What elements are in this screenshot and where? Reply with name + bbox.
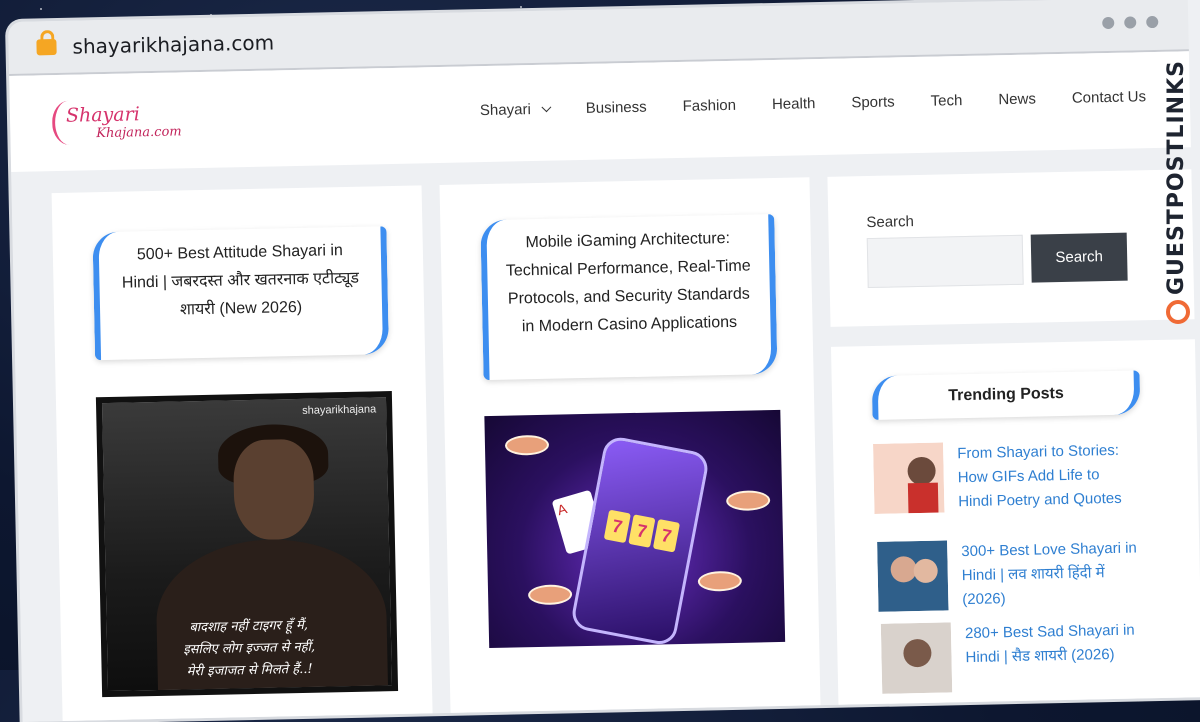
- casino-chip-icon: [725, 490, 771, 512]
- window-dot-icon[interactable]: [1124, 16, 1137, 29]
- nav-item-news[interactable]: News: [998, 90, 1036, 108]
- trending-link[interactable]: 280+ Best Sad Shayari in Hindi | सैड शाय…: [965, 618, 1146, 692]
- trending-link[interactable]: 300+ Best Love Shayari in Hindi | लव शाय…: [961, 536, 1142, 612]
- trending-title: Trending Posts: [871, 370, 1141, 420]
- post-card: 500+ Best Attitude Shayari in Hindi | जब…: [51, 185, 434, 722]
- post-thumbnail[interactable]: A 7 7 7: [484, 409, 786, 649]
- slot-reel: 7: [603, 509, 631, 544]
- image-watermark: shayarikhajana: [302, 403, 377, 417]
- guestpostlinks-watermark: GUESTPOSTLINKS: [1160, 60, 1200, 360]
- link-icon: [1166, 300, 1190, 324]
- trending-widget: Trending Posts From Shayari to Stories: …: [830, 339, 1200, 722]
- image-quote: बादशाह नहीं टाइगर हूँ मैं, इसलिए लोग इज्…: [107, 613, 392, 685]
- slot-reel: 7: [628, 514, 656, 548]
- smartphone-icon: 7 7 7: [569, 434, 711, 648]
- casino-chip-icon: [697, 570, 743, 592]
- nav-item-tech[interactable]: Tech: [931, 92, 963, 110]
- nav-item-health[interactable]: Health: [772, 95, 816, 113]
- nav-item-fashion[interactable]: Fashion: [682, 97, 736, 115]
- post-card: Mobile iGaming Architecture: Technical P…: [439, 177, 822, 722]
- chevron-down-icon: [541, 102, 552, 113]
- search-button[interactable]: Search: [1030, 232, 1128, 283]
- casino-chip-icon: [527, 584, 573, 606]
- website: Shayari Khajana.com Shayari Business Fas…: [9, 51, 1200, 722]
- nav-item-business[interactable]: Business: [586, 99, 647, 117]
- url-text[interactable]: shayarikhajana.com: [72, 30, 274, 58]
- post-thumbnail[interactable]: [880, 622, 953, 694]
- search-label: Search: [866, 213, 915, 232]
- list-item[interactable]: 300+ Best Love Shayari in Hindi | लव शाय…: [877, 536, 1142, 614]
- logo-text: Shayari: [65, 103, 141, 127]
- list-item[interactable]: From Shayari to Stories: How GIFs Add Li…: [873, 438, 1138, 516]
- trending-link[interactable]: From Shayari to Stories: How GIFs Add Li…: [957, 438, 1138, 514]
- nav-item-contact[interactable]: Contact Us: [1072, 88, 1147, 107]
- post-title[interactable]: 500+ Best Attitude Shayari in Hindi | जब…: [92, 226, 390, 361]
- post-thumbnail[interactable]: [877, 540, 949, 612]
- post-thumbnail[interactable]: shayarikhajana बादशाह नहीं टाइगर हूँ मैं…: [95, 391, 399, 698]
- casino-chip-icon: [504, 434, 550, 456]
- post-title[interactable]: Mobile iGaming Architecture: Technical P…: [480, 213, 778, 381]
- portrait-face: [232, 438, 315, 541]
- window-controls: [1102, 15, 1159, 30]
- main-nav: Shayari Business Fashion Health Sports T…: [480, 87, 1182, 119]
- window-dot-icon[interactable]: [1146, 15, 1159, 29]
- lock-icon: [36, 38, 57, 56]
- list-item[interactable]: 280+ Best Sad Shayari in Hindi | सैड शाय…: [880, 618, 1146, 694]
- slot-reel: 7: [652, 518, 681, 553]
- search-widget: Search Search: [827, 169, 1195, 327]
- browser-window: shayarikhajana.com Shayari Khajana.com S…: [8, 0, 1200, 722]
- site-logo[interactable]: Shayari Khajana.com: [51, 95, 182, 157]
- nav-item-shayari[interactable]: Shayari: [479, 101, 552, 120]
- window-dot-icon[interactable]: [1102, 16, 1115, 30]
- logo-subtext: Khajana.com: [96, 124, 182, 142]
- nav-item-sports[interactable]: Sports: [851, 93, 895, 111]
- post-thumbnail[interactable]: [873, 442, 945, 514]
- search-input[interactable]: [866, 234, 1024, 289]
- watermark-text: GUESTPOSTLINKS: [1164, 60, 1189, 295]
- nav-label: Shayari: [479, 101, 531, 120]
